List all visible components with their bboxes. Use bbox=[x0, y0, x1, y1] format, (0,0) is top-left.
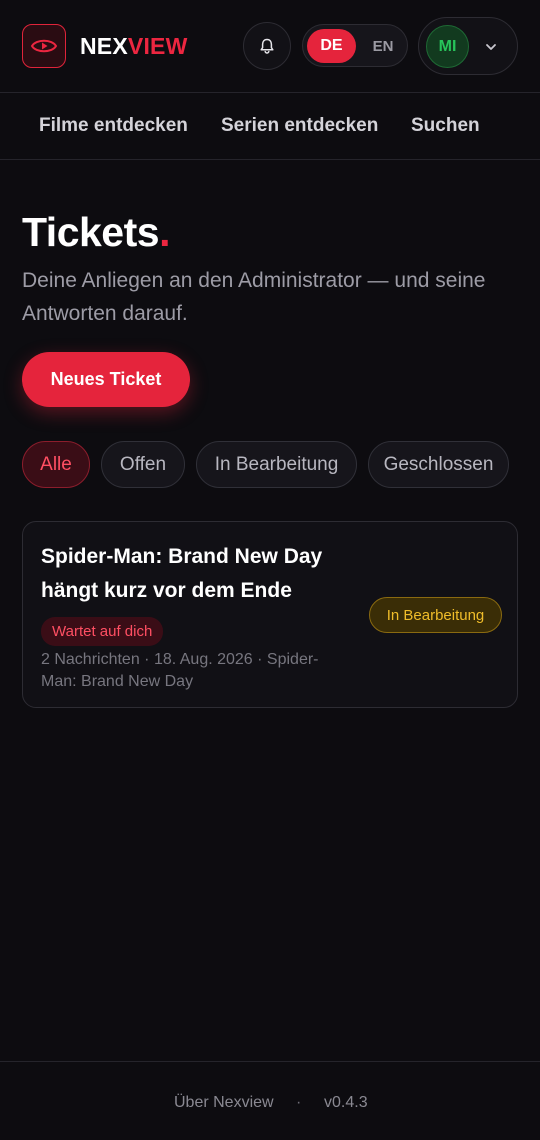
app-version: v0.4.3 bbox=[324, 1094, 368, 1111]
nav-item-search[interactable]: Suchen bbox=[411, 115, 480, 137]
logo[interactable] bbox=[22, 24, 66, 68]
main-nav: Filme entdecken Serien entdecken Suchen bbox=[0, 93, 540, 160]
brand-name-part2: VIEW bbox=[127, 33, 188, 59]
page-title-accent: . bbox=[159, 209, 170, 255]
about-link[interactable]: Über Nexview bbox=[174, 1094, 274, 1112]
eye-play-icon bbox=[30, 39, 58, 53]
avatar: MI bbox=[426, 25, 469, 68]
chevron-down-icon bbox=[483, 39, 499, 55]
language-option-de[interactable]: DE bbox=[307, 29, 356, 63]
ticket-card[interactable]: Spider-Man: Brand New Day hängt kurz vor… bbox=[22, 521, 518, 708]
tickets-page: NEXVIEW DE EN MI Filme entdecken Serien … bbox=[0, 0, 540, 1140]
brand-name-part1: NEX bbox=[80, 33, 128, 59]
waiting-badge: Wartet auf dich bbox=[41, 617, 164, 646]
user-menu-button[interactable]: MI bbox=[418, 17, 518, 75]
language-switch: DE EN bbox=[302, 24, 408, 67]
app-header: NEXVIEW DE EN MI bbox=[0, 0, 540, 93]
app-footer: Über Nexview · v0.4.3 bbox=[0, 1061, 540, 1140]
filter-in-progress[interactable]: In Bearbeitung bbox=[196, 441, 357, 488]
bell-icon bbox=[260, 38, 274, 54]
language-option-en[interactable]: EN bbox=[361, 29, 405, 63]
notifications-button[interactable] bbox=[243, 22, 291, 70]
page-title: Tickets. bbox=[22, 208, 170, 256]
nav-item-movies[interactable]: Filme entdecken bbox=[39, 115, 188, 137]
footer-separator: · bbox=[296, 1094, 302, 1111]
filter-closed[interactable]: Geschlossen bbox=[368, 441, 509, 488]
page-subtitle: Deine Anliegen an den Administrator — un… bbox=[22, 269, 486, 325]
ticket-meta: 2 Nachrichten · 18. Aug. 2026 · Spider-M… bbox=[41, 651, 319, 690]
new-ticket-button[interactable]: Neues Ticket bbox=[22, 352, 190, 407]
nav-item-series[interactable]: Serien entdecken bbox=[221, 115, 378, 137]
filter-open[interactable]: Offen bbox=[101, 441, 185, 488]
ticket-title: Spider-Man: Brand New Day hängt kurz vor… bbox=[41, 545, 323, 602]
page-title-text: Tickets bbox=[22, 209, 160, 255]
filter-all[interactable]: Alle bbox=[22, 441, 90, 488]
status-badge: In Bearbeitung bbox=[369, 597, 502, 633]
brand-name[interactable]: NEXVIEW bbox=[80, 33, 188, 59]
